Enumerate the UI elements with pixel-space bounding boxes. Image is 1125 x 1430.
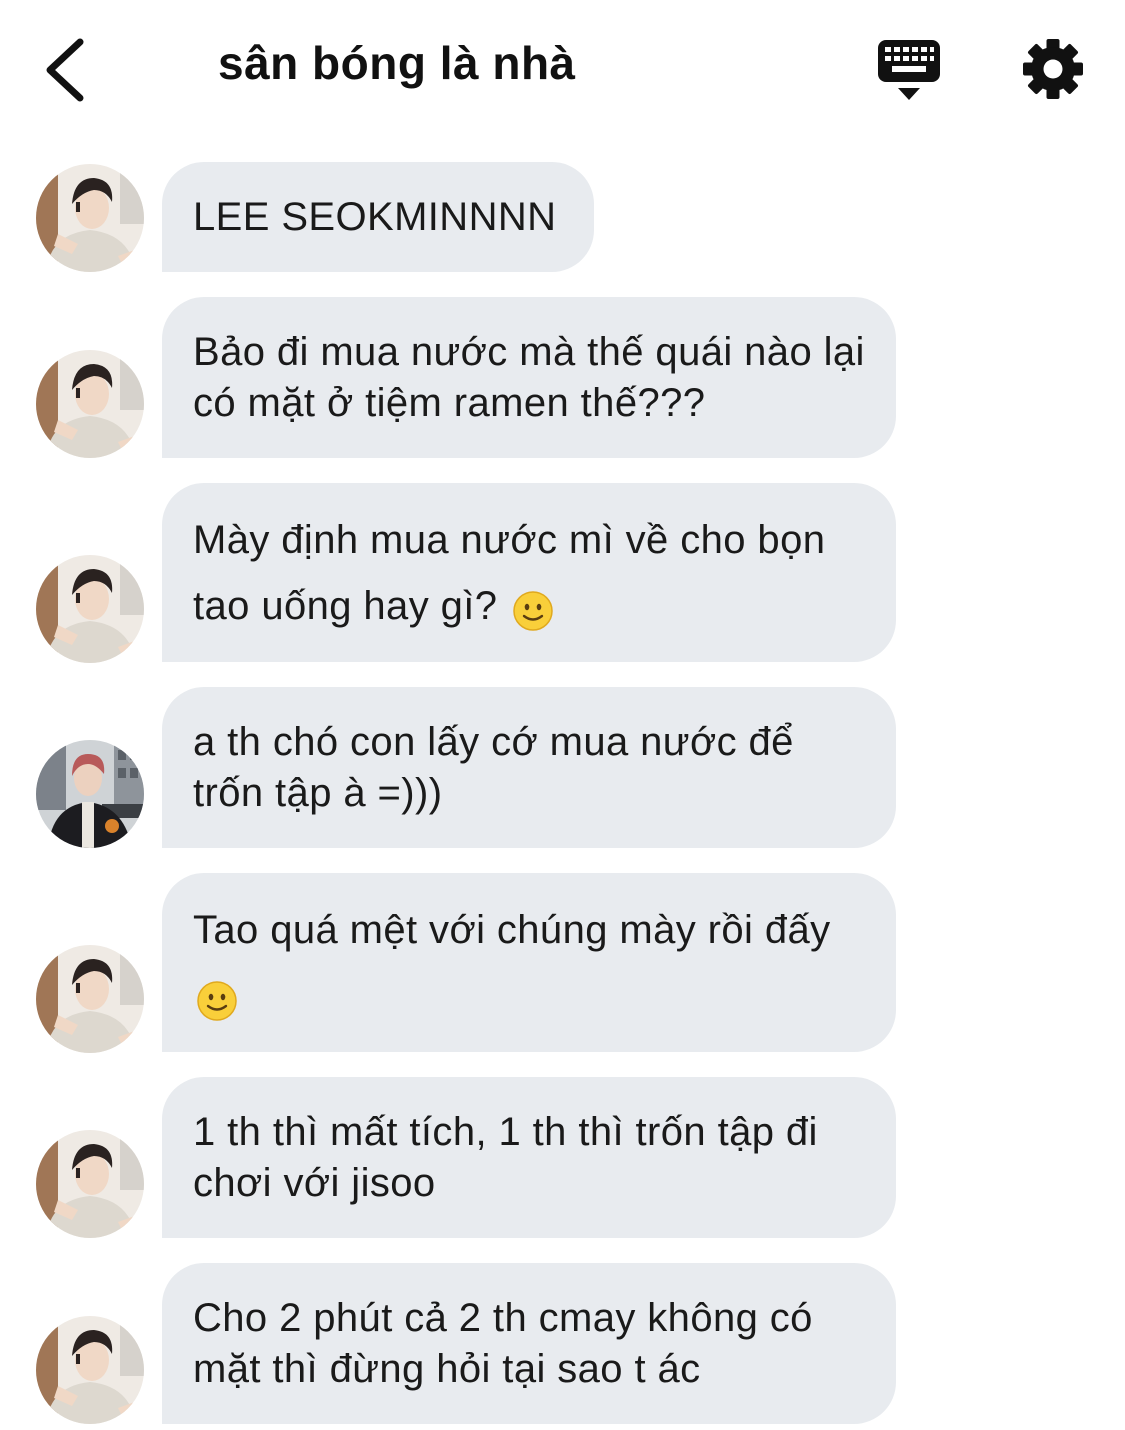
message-text: Cho 2 phút cả 2 th cmay không có mặt thì…: [193, 1295, 813, 1391]
message-text: Tao quá mệt với chúng mày rồi đấy: [193, 907, 831, 952]
message-text: a th chó con lấy cớ mua nước để trốn tập…: [193, 719, 794, 815]
message-text: Mày định mua nước mì về cho bọn tao uống…: [193, 517, 826, 628]
slightly-smiling-face-icon: [513, 585, 553, 631]
message-bubble[interactable]: 1 th thì mất tích, 1 th thì trốn tập đi …: [162, 1077, 896, 1238]
avatar[interactable]: [36, 164, 144, 272]
message-bubble[interactable]: LEE SEOKMINNNN: [162, 162, 594, 272]
message-bubble[interactable]: a th chó con lấy cớ mua nước để trốn tập…: [162, 687, 896, 848]
avatar[interactable]: [36, 1130, 144, 1238]
avatar[interactable]: [36, 350, 144, 458]
message-bubble[interactable]: Mày định mua nước mì về cho bọn tao uống…: [162, 483, 896, 662]
avatar[interactable]: [36, 945, 144, 1053]
settings-button[interactable]: [1020, 36, 1086, 102]
chat-title: sân bóng là nhà: [218, 37, 576, 89]
chat-header: sân bóng là nhà: [0, 0, 1125, 135]
avatar[interactable]: [36, 555, 144, 663]
gear-icon: [1023, 39, 1083, 99]
slightly-smiling-face-icon: [197, 975, 237, 1021]
keyboard-button[interactable]: [872, 34, 946, 106]
message-text: LEE SEOKMINNNN: [193, 194, 557, 239]
message-text: 1 th thì mất tích, 1 th thì trốn tập đi …: [193, 1109, 818, 1205]
message-bubble[interactable]: Bảo đi mua nước mà thế quái nào lại có m…: [162, 297, 896, 458]
avatar[interactable]: [36, 1316, 144, 1424]
chevron-left-icon: [46, 38, 84, 102]
keyboard-icon: [878, 40, 940, 100]
message-bubble[interactable]: Cho 2 phút cả 2 th cmay không có mặt thì…: [162, 1263, 896, 1424]
message-bubble[interactable]: Tao quá mệt với chúng mày rồi đấy: [162, 873, 896, 1052]
avatar[interactable]: [36, 740, 144, 848]
message-text: Bảo đi mua nước mà thế quái nào lại có m…: [193, 329, 865, 425]
back-button[interactable]: [36, 30, 106, 110]
